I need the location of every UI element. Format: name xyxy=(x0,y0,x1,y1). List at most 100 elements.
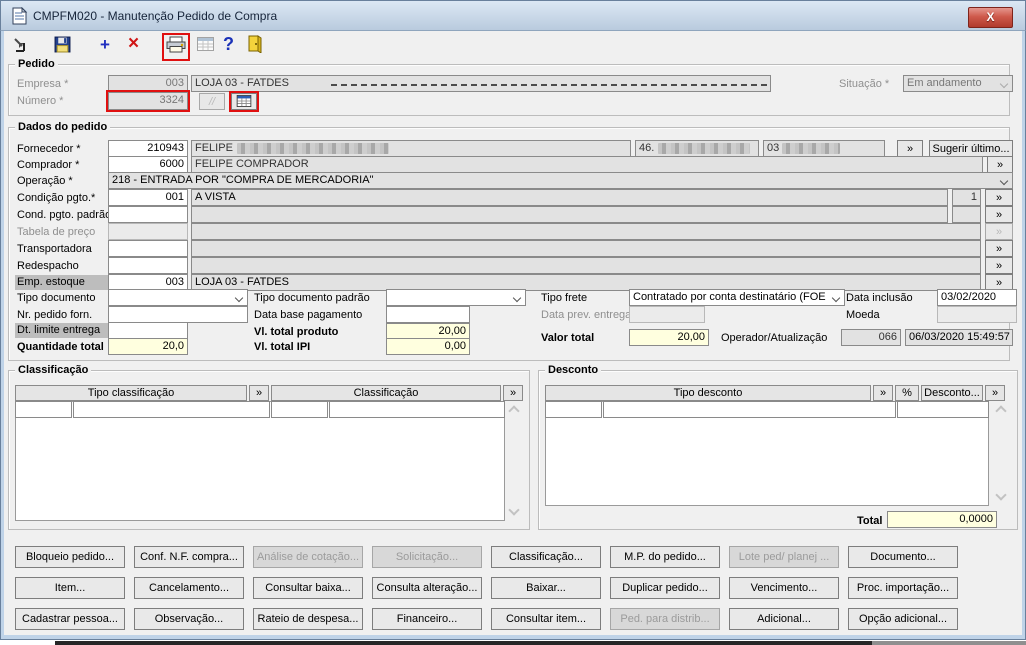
add-icon[interactable]: + xyxy=(100,35,110,55)
col-header-lookup[interactable]: » xyxy=(873,385,893,401)
title-bar: CMPFM020 - Manutenção Pedido de Compra X xyxy=(0,0,1026,31)
cond-padrao-lookup-button[interactable]: » xyxy=(985,206,1013,223)
dt-limite-entrega-field[interactable] xyxy=(108,322,188,339)
transportadora-label: Transportadora xyxy=(17,243,92,255)
button-conf-nf-compra[interactable]: Conf. N.F. compra... xyxy=(134,546,244,568)
valor-total-label: Valor total xyxy=(541,332,595,344)
button-baixar[interactable]: Baixar... xyxy=(491,577,601,599)
button-adicional[interactable]: Adicional... xyxy=(729,608,839,630)
tipo-doc-padrao-dropdown[interactable] xyxy=(386,289,526,306)
edit-button: // xyxy=(199,93,225,110)
scroll-down-icon[interactable] xyxy=(508,504,520,516)
window-client-area: + × ? Pedido Empresa * 003 LOJA 03 - FAT… xyxy=(4,31,1022,635)
operacao-dropdown[interactable]: 218 - ENTRADA POR "COMPRA DE MERCADORIA" xyxy=(108,172,1013,189)
fornecedor-lookup-button[interactable]: » xyxy=(897,140,923,157)
classificacao-row-cell[interactable] xyxy=(15,401,72,418)
transportadora-lookup-button[interactable]: » xyxy=(985,240,1013,257)
cond-padrao-code-field[interactable] xyxy=(108,206,188,223)
chevron-down-icon xyxy=(999,79,1009,89)
cond-padrao-desc-field xyxy=(191,206,948,223)
exit-door-icon[interactable] xyxy=(247,35,262,58)
cond-padrao-label: Cond. pgto. padrão xyxy=(17,209,112,221)
nr-pedido-forn-field[interactable] xyxy=(108,306,248,323)
button-consulta-alteracao[interactable]: Consulta alteração... xyxy=(372,577,482,599)
col-header-classificacao[interactable]: Classificação xyxy=(271,385,501,401)
quantidade-total-field: 20,0 xyxy=(108,338,188,355)
group-desconto: Desconto Tipo desconto » % Desconto... »… xyxy=(538,363,1018,530)
button-mp-do-pedido[interactable]: M.P. do pedido... xyxy=(610,546,720,568)
redespacho-lookup-button[interactable]: » xyxy=(985,257,1013,274)
help-icon[interactable]: ? xyxy=(223,34,234,54)
redespacho-code-field[interactable] xyxy=(108,257,188,274)
button-financeiro[interactable]: Financeiro... xyxy=(372,608,482,630)
col-header-lookup[interactable]: » xyxy=(249,385,269,401)
button-item[interactable]: Item... xyxy=(15,577,125,599)
button-duplicar-pedido[interactable]: Duplicar pedido... xyxy=(610,577,720,599)
delete-icon[interactable]: × xyxy=(128,34,139,54)
button-bloqueio-pedido[interactable]: Bloqueio pedido... xyxy=(15,546,125,568)
quantidade-total-label: Quantidade total xyxy=(17,341,104,353)
col-header-tipo-classificacao[interactable]: Tipo classificação xyxy=(15,385,247,401)
scroll-up-icon[interactable] xyxy=(995,405,1007,417)
button-cadastrar-pessoa[interactable]: Cadastrar pessoa... xyxy=(15,608,125,630)
data-base-pagamento-field[interactable] xyxy=(386,306,470,323)
desconto-row-cell[interactable] xyxy=(545,401,602,418)
data-inclusao-field[interactable]: 03/02/2020 xyxy=(937,289,1017,306)
tabela-preco-label: Tabela de preço xyxy=(17,226,96,238)
browse-button[interactable] xyxy=(229,91,259,112)
vl-total-ipi-field: 0,00 xyxy=(386,338,470,355)
button-documento[interactable]: Documento... xyxy=(848,546,958,568)
save-icon[interactable] xyxy=(54,36,71,58)
classificacao-row-cell[interactable] xyxy=(271,401,328,418)
classificacao-list-area[interactable] xyxy=(15,401,505,521)
classificacao-row-cell[interactable] xyxy=(73,401,270,418)
redespacho-desc-field xyxy=(191,257,981,274)
fornecedor-code-field[interactable]: 210943 xyxy=(108,140,188,157)
redespacho-label: Redespacho xyxy=(17,260,79,272)
scroll-down-icon[interactable] xyxy=(995,489,1007,501)
classificacao-row-cell[interactable] xyxy=(329,401,505,418)
condicao-code-field[interactable]: 001 xyxy=(108,189,188,206)
print-icon-highlight[interactable] xyxy=(162,33,190,61)
data-base-pagamento-label: Data base pagamento xyxy=(254,309,363,321)
comprador-code-field[interactable]: 6000 xyxy=(108,156,188,173)
col-header-percent[interactable]: % xyxy=(895,385,919,401)
desconto-row-cell[interactable] xyxy=(897,401,989,418)
button-observacao[interactable]: Observação... xyxy=(134,608,244,630)
button-proc-importacao[interactable]: Proc. importação... xyxy=(848,577,958,599)
comprador-lookup-button[interactable]: » xyxy=(987,156,1013,173)
tipo-documento-dropdown[interactable] xyxy=(108,289,248,306)
close-button[interactable]: X xyxy=(968,7,1013,28)
condicao-desc-field: A VISTA xyxy=(191,189,948,206)
col-header-lookup[interactable]: » xyxy=(503,385,523,401)
group-classificacao: Classificação Tipo classificação » Class… xyxy=(8,363,530,530)
button-classificacao[interactable]: Classificação... xyxy=(491,546,601,568)
group-dados-pedido: Dados do pedido Fornecedor * 210943 FELI… xyxy=(8,120,1017,361)
button-consultar-baixa[interactable]: Consultar baixa... xyxy=(253,577,363,599)
data-prev-entrega-label: Data prev. entrega xyxy=(541,309,632,321)
moeda-label: Moeda xyxy=(846,309,880,321)
tipo-frete-dropdown[interactable]: Contratado por conta destinatário (FOE xyxy=(629,289,845,306)
col-header-desconto[interactable]: Desconto... xyxy=(921,385,983,401)
situacao-label: Situação * xyxy=(839,78,890,90)
col-header-tipo-desconto[interactable]: Tipo desconto xyxy=(545,385,871,401)
transportadora-code-field[interactable] xyxy=(108,240,188,257)
condicao-lookup-button[interactable]: » xyxy=(985,189,1013,206)
scroll-up-icon[interactable] xyxy=(508,405,520,417)
operador-datetime-field: 06/03/2020 15:49:57 xyxy=(905,329,1013,346)
sugerir-ultimo-button[interactable]: Sugerir último... xyxy=(929,140,1013,157)
button-vencimento[interactable]: Vencimento... xyxy=(729,577,839,599)
button-opcao-adicional[interactable]: Opção adicional... xyxy=(848,608,958,630)
button-rateio-despesa[interactable]: Rateio de despesa... xyxy=(253,608,363,630)
group-pedido-title: Pedido xyxy=(15,57,58,71)
col-header-lookup[interactable]: » xyxy=(985,385,1005,401)
moeda-field xyxy=(937,306,1017,323)
button-consultar-item[interactable]: Consultar item... xyxy=(491,608,601,630)
navigate-record-icon[interactable] xyxy=(12,37,32,59)
operacao-label: Operação * xyxy=(17,175,73,187)
button-cancelamento[interactable]: Cancelamento... xyxy=(134,577,244,599)
desconto-row-cell[interactable] xyxy=(603,401,896,418)
emp-estoque-desc-field: LOJA 03 - FATDES xyxy=(191,274,981,291)
chevron-down-icon xyxy=(999,176,1009,186)
situacao-dropdown: Em andamento xyxy=(903,75,1013,92)
